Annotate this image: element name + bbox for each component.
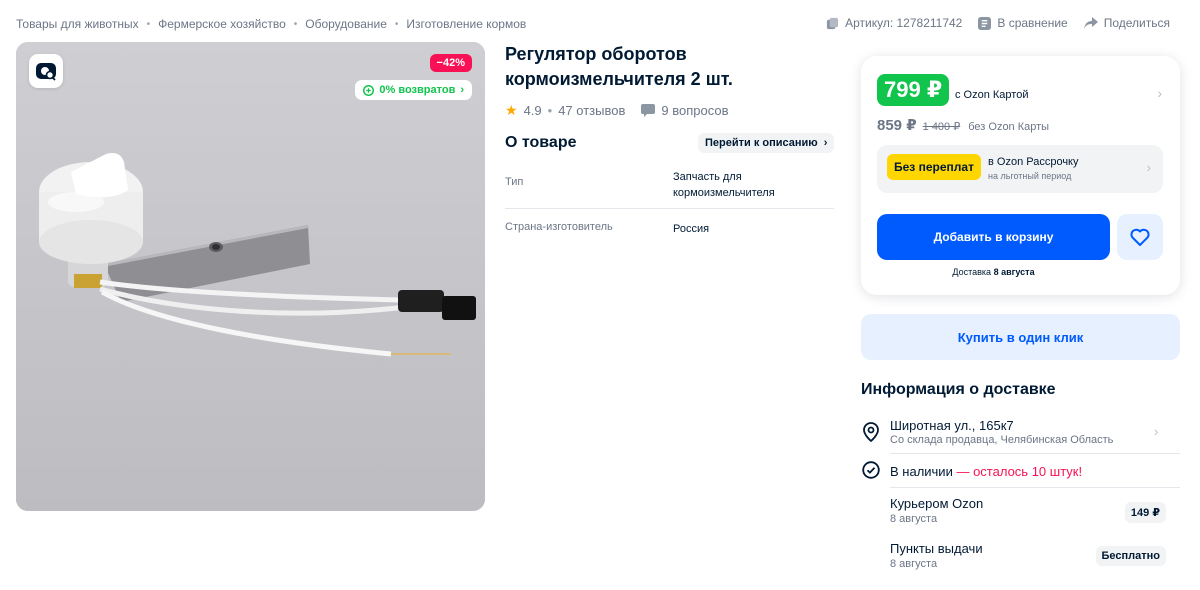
returns-badge[interactable]: 0% возвратов › — [355, 80, 472, 100]
compare-button[interactable]: В сравнение — [978, 16, 1068, 30]
rating-row: ★ 4.9 • 47 отзывов 9 вопросов — [505, 102, 729, 119]
breadcrumb-item[interactable]: Товары для животных — [16, 17, 139, 31]
questions-link[interactable]: 9 вопросов — [641, 103, 729, 118]
camera-search-icon — [36, 63, 56, 81]
delivery-prefix: Доставка — [952, 267, 992, 277]
shipping-option-name: Курьером Ozon — [890, 496, 984, 511]
reviews-link[interactable]: 47 отзывов — [558, 103, 625, 118]
favorite-button[interactable] — [1117, 214, 1163, 260]
chevron-right-icon[interactable]: › — [1157, 85, 1162, 101]
chevron-right-icon: › — [823, 137, 828, 149]
installment-subtitle: на льготный период — [988, 171, 1072, 181]
return-icon — [363, 84, 375, 96]
buy-one-click-button[interactable]: Купить в один клик — [861, 314, 1180, 360]
card-price: 799 ₽ — [877, 74, 950, 106]
delivery-address-sub: Со склада продавца, Челябинская Область — [890, 434, 1114, 446]
breadcrumb-separator: • — [394, 18, 399, 30]
share-label: Поделиться — [1103, 16, 1170, 30]
breadcrumb-separator: • — [146, 18, 151, 30]
questions-label: 9 вопросов — [661, 103, 729, 118]
goto-description-label: Перейти к описанию — [705, 137, 818, 149]
price-card: 799 ₽ с Ozon Картой › 859 ₽ 1 400 ₽ без … — [861, 56, 1180, 295]
card-price-label: с Ozon Картой — [955, 89, 1029, 101]
installment-banner[interactable]: Без переплат в Ozon Рассрочку на льготны… — [877, 145, 1163, 193]
regular-price-label: без Ozon Карты — [968, 121, 1050, 133]
divider — [890, 453, 1180, 454]
goto-description-button[interactable]: Перейти к описанию › — [698, 133, 835, 153]
stock-warning: — осталось 10 штук! — [956, 464, 1083, 479]
product-gallery[interactable]: −42% 0% возвратов › — [16, 42, 485, 511]
breadcrumb-item[interactable]: Оборудование — [305, 17, 387, 31]
spec-value: Россия — [673, 223, 710, 235]
breadcrumb: Товары для животных • Фермерское хозяйст… — [16, 17, 526, 31]
divider — [890, 487, 1180, 488]
photo-search-button[interactable] — [29, 54, 63, 88]
delivery-address[interactable]: Широтная ул., 165к7 — [890, 418, 1014, 433]
article-copy[interactable]: Артикул: 1278211742 — [826, 16, 962, 30]
spec-key: Страна-изготовитель — [505, 221, 613, 233]
shipping-option-date: 8 августа — [890, 558, 938, 570]
location-pin-icon — [863, 422, 879, 442]
compare-icon — [978, 16, 992, 30]
delivery-title: Информация о доставке — [861, 381, 1056, 398]
chevron-right-icon: › — [1146, 160, 1151, 175]
stock-status: В наличии — осталось 10 штук! — [890, 464, 1082, 479]
share-icon — [1083, 16, 1098, 29]
shipping-option-name: Пункты выдачи — [890, 541, 983, 556]
heart-icon — [1130, 228, 1150, 246]
chevron-right-icon[interactable]: › — [1154, 424, 1158, 439]
about-title: О товаре — [505, 134, 577, 151]
breadcrumb-item[interactable]: Фермерское хозяйство — [158, 17, 286, 31]
installment-badge: Без переплат — [887, 154, 981, 180]
chevron-right-icon: › — [460, 84, 464, 96]
share-button[interactable]: Поделиться — [1083, 16, 1170, 30]
compare-label: В сравнение — [997, 16, 1068, 30]
star-icon: ★ — [505, 102, 518, 118]
spec-key: Тип — [505, 176, 524, 188]
add-to-cart-button[interactable]: Добавить в корзину — [877, 214, 1110, 260]
delivery-date: 8 августа — [993, 267, 1035, 277]
breadcrumb-item[interactable]: Изготовление кормов — [406, 17, 526, 31]
regular-price-row: 859 ₽ 1 400 ₽ без Ozon Карты — [877, 116, 1049, 134]
breadcrumb-separator: • — [293, 18, 298, 30]
spec-value: Запчасть для кормоизмельчителя — [673, 171, 775, 199]
regular-price: 859 ₽ — [877, 117, 917, 134]
rating-value: 4.9 — [523, 103, 542, 118]
installment-title: в Ozon Рассрочку — [988, 156, 1079, 168]
delivery-note: Доставка 8 августа — [861, 267, 1126, 277]
product-title: Регулятор оборотов кормоизмельчителя 2 ш… — [505, 44, 733, 89]
article-number: Артикул: 1278211742 — [845, 16, 963, 30]
check-circle-icon — [862, 461, 880, 479]
shipping-option-date: 8 августа — [890, 513, 938, 525]
spec-divider — [505, 208, 834, 209]
product-photo — [39, 153, 476, 357]
shipping-option-price: Бесплатно — [1095, 546, 1166, 566]
separator-dot: • — [547, 103, 553, 118]
question-bubble-icon — [641, 104, 656, 117]
top-actions: Артикул: 1278211742 В сравнение Поделить… — [826, 16, 1170, 30]
discount-badge: −42% — [429, 54, 472, 72]
returns-label: 0% возвратов — [379, 84, 456, 96]
shipping-option-price: 149 ₽ — [1124, 502, 1166, 523]
stock-label: В наличии — [890, 464, 953, 479]
copy-icon — [827, 17, 839, 29]
old-price: 1 400 ₽ — [922, 121, 961, 133]
